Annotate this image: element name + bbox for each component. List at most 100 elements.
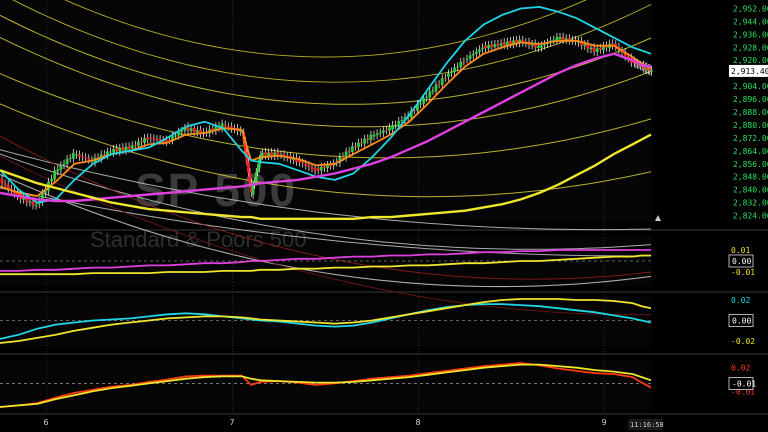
candle-body xyxy=(307,165,311,168)
candle-body xyxy=(248,172,252,183)
price-tick-label: 2,928.00 xyxy=(733,43,768,52)
candle-body xyxy=(34,204,38,206)
candle-body xyxy=(53,170,57,180)
candle-body xyxy=(453,67,456,72)
scroll-up-icon xyxy=(655,215,661,221)
candle-body xyxy=(256,168,260,172)
candle-body xyxy=(388,127,391,131)
candle-body xyxy=(68,158,72,160)
candle-body xyxy=(149,137,153,139)
indicator-tick-label: 0.02 xyxy=(731,364,750,373)
candle-body xyxy=(84,157,88,159)
candle-body xyxy=(195,130,199,133)
candle-body xyxy=(493,44,497,48)
candle-body xyxy=(440,78,444,85)
price-tick-label: 2,936.00 xyxy=(733,30,768,39)
candle-body xyxy=(180,130,184,132)
candle-body xyxy=(378,132,382,134)
candle-body xyxy=(152,138,156,140)
candle-body xyxy=(471,54,475,56)
indicator-tick-label: -0.02 xyxy=(731,337,755,346)
candle-body xyxy=(543,44,546,46)
candle-body xyxy=(127,146,131,149)
candle-body xyxy=(589,47,593,50)
candle-body xyxy=(56,169,60,172)
candle-body xyxy=(323,166,326,169)
candle-body xyxy=(304,163,308,166)
x-tick-label: 9 xyxy=(602,418,607,427)
candle-body xyxy=(465,58,469,60)
candle-body xyxy=(459,61,463,67)
candle-body xyxy=(31,201,35,206)
candle-body xyxy=(434,84,438,92)
candle-body xyxy=(118,147,122,152)
candle-body xyxy=(329,165,332,167)
indicator-current-value: -0.01 xyxy=(732,379,756,388)
candle-body xyxy=(447,73,450,77)
candle-body xyxy=(313,167,317,171)
candle-body xyxy=(558,36,562,40)
candle-body xyxy=(468,55,472,59)
candle-body xyxy=(254,172,258,182)
candle-body xyxy=(540,45,543,48)
candle-body xyxy=(112,148,115,153)
candle-body xyxy=(50,178,53,182)
candle-body xyxy=(267,152,270,156)
candle-body xyxy=(598,47,602,50)
candle-body xyxy=(397,121,401,125)
candle-body xyxy=(360,142,363,144)
candle-body xyxy=(75,154,78,156)
candle-body xyxy=(496,43,500,46)
candle-body xyxy=(115,148,119,152)
price-tick-label: 2,832.00 xyxy=(733,199,768,208)
candle-body xyxy=(357,142,360,148)
price-tick-label: 2,824.00 xyxy=(733,212,768,221)
candle-body xyxy=(555,36,559,41)
candle-body xyxy=(133,144,137,146)
candle-body xyxy=(363,138,367,144)
candle-body xyxy=(391,124,394,130)
candle-body xyxy=(155,139,159,141)
sp500-chart: SP 500 Standard & Poors 500 2,952.002,94… xyxy=(0,0,768,430)
candle-body xyxy=(450,71,453,74)
candle-body xyxy=(456,66,460,68)
candle-body xyxy=(425,96,429,98)
candle-body xyxy=(71,152,75,159)
candle-body xyxy=(270,152,274,156)
candle-body xyxy=(428,91,432,98)
time-label: 11:16:58 xyxy=(630,421,664,429)
candle-body xyxy=(87,158,91,160)
x-tick-label: 6 xyxy=(44,418,49,427)
candle-body xyxy=(109,151,112,153)
price-tick-label: 2,888.00 xyxy=(733,108,768,117)
indicator-tick-label: -0.01 xyxy=(731,268,755,277)
candle-body xyxy=(143,138,146,143)
candle-body xyxy=(59,165,63,170)
x-tick-label: 8 xyxy=(416,418,421,427)
candle-body xyxy=(478,49,481,52)
last-price-label: 2,913.40 xyxy=(731,67,768,76)
indicator-tick-label: 0.01 xyxy=(731,246,750,255)
price-tick-label: 2,920.00 xyxy=(733,56,768,65)
indicator-tick-label: 0.02 xyxy=(731,296,750,305)
candle-body xyxy=(189,128,193,131)
candle-body xyxy=(264,152,267,156)
candle-body xyxy=(121,147,125,151)
candle-body xyxy=(366,138,370,140)
candle-body xyxy=(443,77,447,79)
candle-body xyxy=(226,126,230,128)
candle-body xyxy=(394,124,398,126)
candle-body xyxy=(437,84,441,86)
candle-body xyxy=(146,137,150,140)
candle-body xyxy=(481,47,484,50)
indicator-current-value: 0.00 xyxy=(732,316,751,325)
candle-body xyxy=(400,120,404,122)
candle-body xyxy=(310,167,314,169)
price-tick-label: 2,896.00 xyxy=(733,95,768,104)
candle-body xyxy=(502,42,506,45)
candle-body xyxy=(595,48,599,52)
price-tick-label: 2,848.00 xyxy=(733,173,768,182)
candle-body xyxy=(354,146,357,148)
candle-body xyxy=(484,45,487,49)
candle-body xyxy=(316,168,320,171)
